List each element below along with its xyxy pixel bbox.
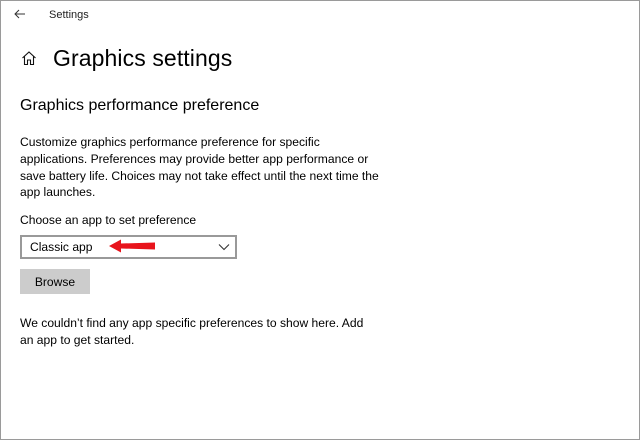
section-title: Graphics performance preference xyxy=(20,97,260,114)
dropdown-selected-value: Classic app xyxy=(30,240,93,254)
app-title: Settings xyxy=(49,9,89,21)
empty-state-message: We couldn’t find any app specific prefer… xyxy=(20,316,364,347)
browse-button[interactable]: Browse xyxy=(20,269,90,294)
chevron-down-icon xyxy=(217,240,231,254)
page-header: Graphics settings xyxy=(20,43,232,73)
section-description: Customize graphics performance preferenc… xyxy=(20,135,379,200)
arrow-left-icon xyxy=(14,9,25,19)
choose-app-label: Choose an app to set preference xyxy=(20,213,197,227)
back-button[interactable] xyxy=(10,5,30,23)
page-title: Graphics settings xyxy=(53,44,233,71)
app-type-dropdown[interactable]: Classic app xyxy=(20,235,237,259)
home-icon[interactable] xyxy=(20,49,38,67)
settings-window: Settings Graphics settings Graphics perf… xyxy=(0,0,640,440)
title-bar: Settings xyxy=(1,1,639,29)
